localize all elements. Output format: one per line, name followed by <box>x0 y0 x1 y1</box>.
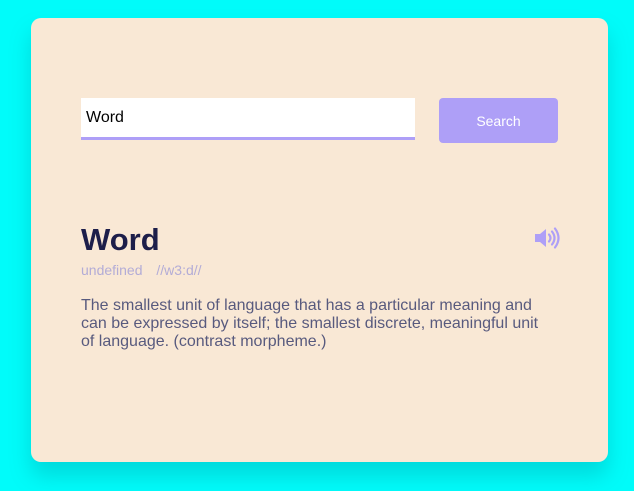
dictionary-card: Search Word undefined //w3:d// The small… <box>31 18 608 462</box>
word-details: undefined //w3:d// <box>81 262 202 278</box>
phonetic: //w3:d// <box>156 262 202 278</box>
word-definition: The smallest unit of language that has a… <box>81 297 539 350</box>
speaker-volume-icon[interactable] <box>534 227 560 249</box>
search-button[interactable]: Search <box>439 98 558 143</box>
part-of-speech: undefined <box>81 262 143 278</box>
search-input[interactable] <box>81 98 415 140</box>
word-title: Word <box>81 222 160 257</box>
